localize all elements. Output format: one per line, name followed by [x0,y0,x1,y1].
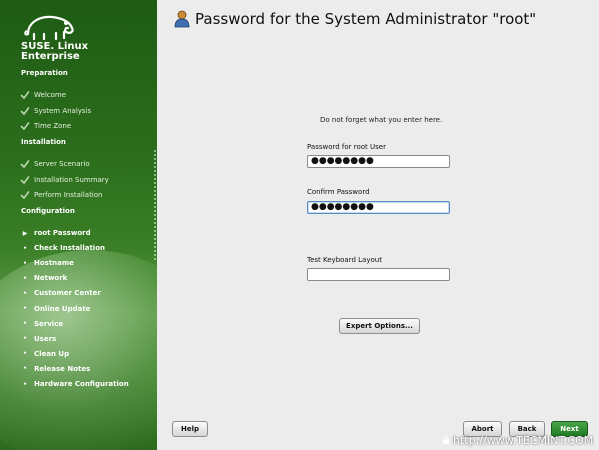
checkmark-icon [20,190,30,200]
checkmark-icon [20,159,30,169]
section-installation: Installation [21,138,66,146]
sidebar-step: • Online Update [20,304,90,314]
help-button[interactable]: Help [172,421,208,437]
bullet-icon: • [23,244,27,252]
sidebar-resize-handle[interactable] [154,150,156,260]
bullet-icon: • [23,380,27,388]
keyboard-test-label: Test Keyboard Layout [307,256,382,264]
sidebar-step: System Analysis [20,106,91,116]
site-watermark: http://www.TECMINT.COM [442,434,593,447]
sidebar-step: • Users [20,334,56,344]
sidebar-step: • Customer Center [20,288,101,298]
section-configuration: Configuration [21,207,75,215]
page-title-text: Password for the System Administrator "r… [195,10,537,28]
sidebar-step: • Clean Up [20,349,69,359]
bullet-icon: • [23,365,27,373]
bullet-icon: • [23,274,27,282]
sidebar-step: Installation Summary [20,175,109,185]
sidebar-step-label: Check Installation [34,244,105,253]
checkmark-icon [20,90,30,100]
bullet-icon: • [23,350,27,358]
sidebar-step: ▶ root Password [20,228,91,238]
current-step-arrow-icon: ▶ [22,229,28,237]
bullet-icon: • [23,289,27,297]
sidebar-step-label: Service [34,319,64,328]
sidebar-step-label: Network [34,274,68,283]
sidebar-step: • Service [20,319,63,329]
sidebar-step: Welcome [20,90,66,100]
sidebar-step-label: Perform Installation [34,191,103,199]
confirm-password-field[interactable]: ●●●●●●●● [307,201,450,214]
sidebar-step-label: Online Update [34,304,91,313]
keyboard-test-field[interactable] [307,268,450,281]
sidebar-step-label: Release Notes [34,364,91,373]
sidebar-step-label: Users [34,334,57,343]
sidebar-step-label: System Analysis [34,106,92,115]
section-preparation: Preparation [21,69,68,77]
bullet-icon: • [23,335,27,343]
sidebar-step-label: root Password [34,229,91,237]
checkmark-icon [20,175,30,185]
sidebar-step: • Hardware Configuration [20,379,129,389]
bullet-icon: • [23,320,27,328]
sidebar-step: • Check Installation [20,243,105,253]
checkmark-icon [20,121,30,131]
watermark-text: http://www.TECMINT.COM [453,434,594,447]
suse-chameleon-logo [24,15,74,41]
sidebar-step-label: Server Scenario [34,160,90,168]
password-label: Password for root User [307,143,386,151]
checkmark-icon [20,106,30,116]
page-title: Password for the System Administrator "r… [174,10,536,28]
brand-name: SUSE. Linux Enterprise [21,42,88,62]
bullet-icon: • [23,259,27,267]
main-panel: Password for the System Administrator "r… [157,0,599,450]
sidebar-step-label: Clean Up [34,349,70,358]
expert-options-button[interactable]: Expert Options... [339,318,420,334]
password-note: Do not forget what you enter here. [320,116,443,124]
confirm-password-label: Confirm Password [307,188,370,196]
user-icon [174,10,190,28]
password-field[interactable]: ●●●●●●●● [307,155,450,168]
sidebar-step-label: Installation Summary [34,175,109,184]
sidebar-step-label: Hostname [34,259,74,268]
sidebar-step: Perform Installation [20,190,102,200]
sidebar-step-label: Hardware Configuration [34,380,129,388]
sidebar-step: Time Zone [20,121,71,131]
bullet-icon: • [23,305,27,312]
lock-icon [443,436,449,444]
sidebar-step: • Release Notes [20,364,90,374]
sidebar: SUSE. Linux Enterprise Preparation Welco… [0,0,157,450]
sidebar-step: • Network [20,273,67,283]
sidebar-step: • Hostname [20,258,74,268]
brand-line-2: Enterprise [21,51,80,62]
sidebar-step: Server Scenario [20,159,90,169]
sidebar-step-label: Welcome [34,91,67,99]
sidebar-step-label: Customer Center [34,289,101,298]
sidebar-step-label: Time Zone [34,122,72,130]
